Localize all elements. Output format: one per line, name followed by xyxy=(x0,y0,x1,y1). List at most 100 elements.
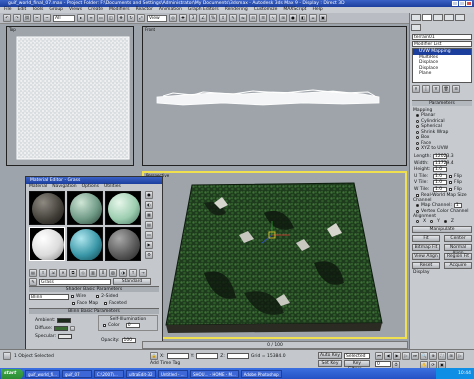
normal-align-button[interactable]: Normal Align xyxy=(444,243,472,256)
make-unique-stack-icon[interactable]: ∀ xyxy=(432,85,440,93)
x-coordinate-field[interactable] xyxy=(166,353,189,359)
selection-filter-dropdown[interactable]: All xyxy=(53,14,75,22)
viewport-top[interactable]: Top xyxy=(6,26,134,166)
set-key-button[interactable]: Set Key xyxy=(318,360,342,367)
taskbar-task[interactable]: Adobe Photoshop xyxy=(240,369,282,378)
utile-value[interactable]: 1.0 xyxy=(433,173,447,179)
go-to-parent-icon[interactable]: ↑ xyxy=(129,269,137,277)
mapping-radio[interactable] xyxy=(416,130,419,134)
redo-icon[interactable]: ↷ xyxy=(13,14,21,22)
sample-type-icon[interactable]: ● xyxy=(145,191,153,199)
show-map-icon[interactable]: ▧ xyxy=(109,269,117,277)
make-unique-icon[interactable]: ◇ xyxy=(79,269,87,277)
go-to-start-icon[interactable]: ⏮ xyxy=(375,352,383,360)
pin-stack-icon[interactable]: ⚲ xyxy=(412,85,420,93)
wtile-value[interactable]: 1.0 xyxy=(433,186,447,192)
put-to-library-icon[interactable]: ▥ xyxy=(89,269,97,277)
vertex-color-radio[interactable] xyxy=(416,209,419,213)
prev-frame-icon[interactable]: ◀ xyxy=(384,352,392,360)
minimize-button[interactable] xyxy=(452,1,458,6)
mapping-radio[interactable] xyxy=(416,136,419,140)
video-check-icon[interactable]: ▭ xyxy=(145,231,153,239)
blinn-basic-rollout[interactable]: Blinn Basic Parameters xyxy=(29,308,159,314)
motion-tab-icon[interactable] xyxy=(444,14,454,21)
named-selection-icon[interactable]: ✎ xyxy=(229,14,237,22)
curve-editor-icon[interactable]: ∿ xyxy=(269,14,277,22)
sample-slot-3[interactable] xyxy=(105,191,141,225)
parameters-rollout[interactable]: Parameters xyxy=(412,100,472,106)
material-editor-title[interactable]: Material Editor - Grass xyxy=(26,177,162,184)
sample-slot-6[interactable] xyxy=(105,227,141,261)
map-channel-value[interactable]: 1 xyxy=(453,203,462,209)
bitmap-fit-button[interactable]: Bitmap Fit xyxy=(412,243,440,251)
reset-material-icon[interactable]: ✕ xyxy=(59,269,67,277)
sample-slot-2[interactable] xyxy=(67,191,103,225)
start-button[interactable]: start xyxy=(1,368,23,379)
key-filters-button[interactable]: Key Filters... xyxy=(344,360,370,372)
height-value[interactable]: 1.0 xyxy=(433,167,447,173)
material-id-icon[interactable]: 0 xyxy=(99,269,107,277)
select-link-icon[interactable]: ⛓ xyxy=(23,14,31,22)
opacity-value[interactable]: 100 xyxy=(121,338,136,343)
manipulate-button[interactable]: Manipulate xyxy=(412,225,472,233)
render-setup-icon[interactable]: ◧ xyxy=(299,14,307,22)
percent-snap-icon[interactable]: % xyxy=(209,14,217,22)
snap-icon[interactable]: 3 xyxy=(189,14,197,22)
layer-manager-icon[interactable]: ☰ xyxy=(259,14,267,22)
move-icon[interactable]: ✥ xyxy=(117,14,125,22)
shader-basic-rollout[interactable]: Shader Basic Parameters xyxy=(29,286,159,292)
two-sided-checkbox[interactable] xyxy=(96,295,100,298)
diffuse-swatch[interactable] xyxy=(54,326,69,331)
modifier-list-dropdown[interactable]: Modifier List xyxy=(412,41,472,47)
put-to-scene-icon[interactable]: ⇪ xyxy=(39,269,47,277)
render-icon[interactable]: ☕ xyxy=(309,14,317,22)
undo-icon[interactable]: ↶ xyxy=(3,14,11,22)
taskbar-task[interactable]: guif_07 xyxy=(61,369,92,378)
sample-slot-1[interactable] xyxy=(29,191,65,225)
axis-radio-x[interactable] xyxy=(416,220,419,224)
zoom-icon[interactable]: 🔍 xyxy=(420,352,428,360)
shader-type-dropdown[interactable]: Blinn xyxy=(29,293,69,300)
modify-tab-icon[interactable] xyxy=(422,14,432,21)
v-flip-checkbox[interactable] xyxy=(449,181,452,185)
go-to-end-icon[interactable]: ⏭ xyxy=(411,352,419,360)
make-preview-icon[interactable]: ▶ xyxy=(145,241,153,249)
zoom-extents-all-icon[interactable]: ⊞ xyxy=(447,352,455,360)
backlight-icon[interactable]: ◐ xyxy=(145,201,153,209)
field-of-view-icon[interactable]: ▷ xyxy=(456,352,464,360)
taskbar-task[interactable]: Untitled - ... xyxy=(157,369,188,378)
taskbar-task[interactable]: guif_world_fi... xyxy=(25,369,60,378)
face-map-checkbox[interactable] xyxy=(72,302,75,305)
schematic-view-icon[interactable]: ⊞ xyxy=(279,14,287,22)
configure-sets-icon[interactable]: ☰ xyxy=(452,85,460,93)
real-world-checkbox[interactable] xyxy=(416,193,419,197)
width-value[interactable]: 11729.4 xyxy=(433,160,454,166)
modifier-stack-item[interactable]: Plane xyxy=(413,71,471,77)
vtile-value[interactable]: 1.0 xyxy=(433,180,447,186)
quick-render-icon[interactable]: ▣ xyxy=(319,14,327,22)
self-illum-color-checkbox[interactable] xyxy=(103,324,106,327)
scale-icon[interactable]: ⤢ xyxy=(137,14,145,22)
length-value[interactable]: 12023.3 xyxy=(433,154,454,160)
close-button[interactable] xyxy=(466,1,472,6)
taskbar-task[interactable]: C:\2007\... xyxy=(93,369,124,378)
y-coordinate-field[interactable] xyxy=(196,353,219,359)
mapping-radio[interactable] xyxy=(416,125,419,129)
mapping-radio[interactable] xyxy=(416,147,419,151)
center-button[interactable]: Center xyxy=(444,234,472,242)
options-icon[interactable]: ⚙ xyxy=(145,251,153,259)
view-align-button[interactable]: View Align xyxy=(412,252,440,260)
play-icon[interactable]: ▶ xyxy=(393,352,401,360)
show-end-result-stack-icon[interactable]: │ xyxy=(422,85,430,93)
sample-slot-5[interactable] xyxy=(67,227,103,261)
lock-selection-icon[interactable]: 🔒 xyxy=(150,352,158,360)
select-by-name-icon[interactable]: ≡ xyxy=(87,14,95,22)
bind-space-warp-icon[interactable]: ~ xyxy=(43,14,51,22)
map-channel-radio[interactable] xyxy=(416,204,419,208)
add-time-tag[interactable]: Add Time Tag xyxy=(150,361,180,366)
w-flip-checkbox[interactable] xyxy=(449,187,452,191)
rect-selection-icon[interactable]: ▭ xyxy=(97,14,105,22)
self-illum-value[interactable]: 0 xyxy=(125,323,140,328)
material-type-button[interactable]: Standard xyxy=(113,278,151,285)
material-name-field[interactable]: Grass xyxy=(39,278,111,285)
